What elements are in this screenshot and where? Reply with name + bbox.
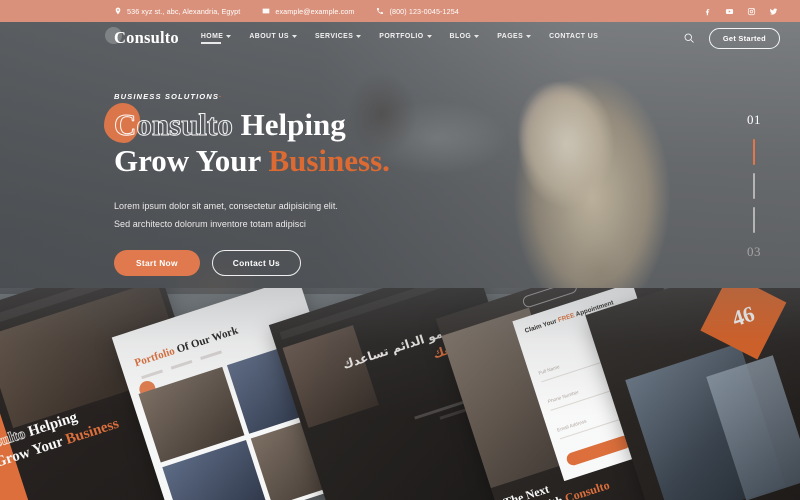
collage-shot4-submit-button	[565, 434, 632, 467]
nav-item-pages-label: PAGES	[497, 32, 524, 40]
collage-shot4-form-title-accent: FREE	[557, 312, 576, 324]
template-preview-screenshot: 536 xyz st., abc, Alexandria, Egypt exam…	[0, 0, 800, 500]
get-started-button[interactable]: Get Started	[708, 27, 780, 49]
nav-item-blog-label: BLOG	[449, 32, 472, 40]
nav-item-portfolio-label: PORTFOLIO	[379, 32, 424, 40]
slider-progress-track	[752, 139, 756, 233]
hero-lead-line-1: Lorem ipsum dolor sit amet, consectetur …	[114, 200, 338, 211]
nav-item-blog[interactable]: BLOG	[450, 33, 480, 44]
collage-shot5-badge-number: 46	[728, 300, 758, 332]
top-info-bar: 536 xyz st., abc, Alexandria, Egypt exam…	[0, 0, 800, 22]
nav-item-about-us-label: ABOUT US	[249, 32, 289, 40]
collage-shot2-filter-3	[200, 350, 222, 361]
nav-item-pages[interactable]: PAGES	[497, 32, 532, 44]
hero-eyebrow-text: BUSINESS SOLUTIONS	[114, 92, 220, 101]
hero-eyebrow: BUSINESS SOLUTIONS·	[114, 92, 534, 101]
hero-title-line2-accent: Business.	[268, 142, 390, 178]
slider-bar-active[interactable]	[752, 139, 756, 165]
chevron-down-icon	[526, 34, 532, 38]
start-now-button[interactable]: Start Now	[114, 249, 200, 276]
hero-title-line1-rest: Helping	[240, 107, 346, 142]
topbar-social-links	[703, 7, 786, 16]
main-navigation-bar: Consulto HOME ABOUT US SERVICES PORTFOLI…	[0, 22, 800, 54]
hero-title-line-2: Grow Your Business.	[114, 143, 390, 178]
facebook-icon[interactable]	[703, 7, 712, 16]
collage-shot2-filter-2	[170, 359, 193, 370]
slider-pagination: 01 03	[730, 112, 778, 260]
nav-item-services-label: SERVICES	[314, 32, 354, 40]
hero-cta-group: Start Now Contact Us	[114, 249, 534, 276]
chevron-down-icon	[291, 34, 297, 38]
nav-item-home-label: HOME	[200, 32, 224, 40]
topbar-email[interactable]: example@example.com	[262, 7, 354, 16]
nav-item-home[interactable]: HOME	[200, 32, 232, 44]
phone-icon	[377, 8, 384, 14]
slider-last-number: 03	[747, 244, 761, 259]
chevron-down-icon	[426, 34, 432, 38]
nav-item-services[interactable]: SERVICES	[314, 32, 362, 44]
hero-title-line2-white: Grow Your	[114, 142, 261, 178]
nav-item-portfolio[interactable]: PORTFOLIO	[379, 32, 432, 44]
chevron-down-icon	[226, 34, 232, 38]
chevron-down-icon	[356, 34, 362, 38]
collage-shot4-headline-accent: Consulto	[563, 478, 612, 500]
topbar-address-text: 536 xyz st., abc, Alexandria, Egypt	[127, 6, 241, 16]
search-icon[interactable]	[683, 32, 695, 44]
collage-shot2-filter-1	[141, 369, 164, 380]
collage-shot2-title-accent: Portfolio	[133, 345, 177, 370]
contact-us-button[interactable]: Contact Us	[211, 249, 302, 276]
collage-shot5-experience-badge: 46	[700, 288, 787, 360]
site-logo-text: Consulto	[114, 27, 179, 47]
nav-right-group: Get Started	[683, 27, 786, 49]
hero-content: BUSINESS SOLUTIONS· Consulto Helping Gro…	[104, 92, 534, 276]
topbar-phone[interactable]: (800) 123-0045-1254	[376, 6, 459, 16]
topbar-phone-text: (800) 123-0045-1254	[389, 6, 459, 16]
collage-shot4-form-title-pre: Claim Your	[523, 317, 560, 335]
collage-shot2-title-rest: Of Our Work	[172, 324, 240, 357]
envelope-icon	[263, 8, 270, 14]
nav-item-contact-us[interactable]: CONTACT US	[549, 33, 598, 44]
nav-item-about-us[interactable]: ABOUT US	[249, 33, 297, 44]
nav-menu: HOME ABOUT US SERVICES PORTFOLIO BLOG PA…	[200, 32, 598, 44]
topbar-address: 536 xyz st., abc, Alexandria, Egypt	[114, 7, 240, 16]
nav-item-contact-us-label: CONTACT US	[549, 32, 599, 40]
location-pin-icon	[115, 7, 121, 15]
youtube-icon[interactable]	[725, 7, 734, 16]
demo-screenshot-collage: Consulto Helping To Grow Your Business P…	[0, 288, 800, 500]
site-logo[interactable]: Consulto	[105, 26, 179, 47]
slider-bar-2[interactable]	[752, 173, 756, 199]
topbar-email-text: example@example.com	[275, 6, 355, 16]
hero-eyebrow-tick: ·	[219, 92, 223, 101]
hero-title: Consulto Helping Grow Your Business.	[104, 103, 534, 179]
hero-lead-line-2: Sed architecto dolorum inventore totam a…	[114, 219, 306, 230]
slider-current-number: 01	[747, 112, 761, 127]
hero-title-brand: Consulto	[114, 107, 234, 143]
instagram-icon[interactable]	[747, 7, 756, 16]
hero-lead-paragraph: Lorem ipsum dolor sit amet, consectetur …	[114, 197, 534, 234]
hero-title-line-1: Consulto Helping	[104, 103, 534, 143]
twitter-icon[interactable]	[769, 7, 778, 16]
collage-shot4-headline-a: The Next	[501, 481, 551, 500]
slider-bar-3[interactable]	[752, 207, 756, 233]
chevron-down-icon	[474, 34, 480, 38]
